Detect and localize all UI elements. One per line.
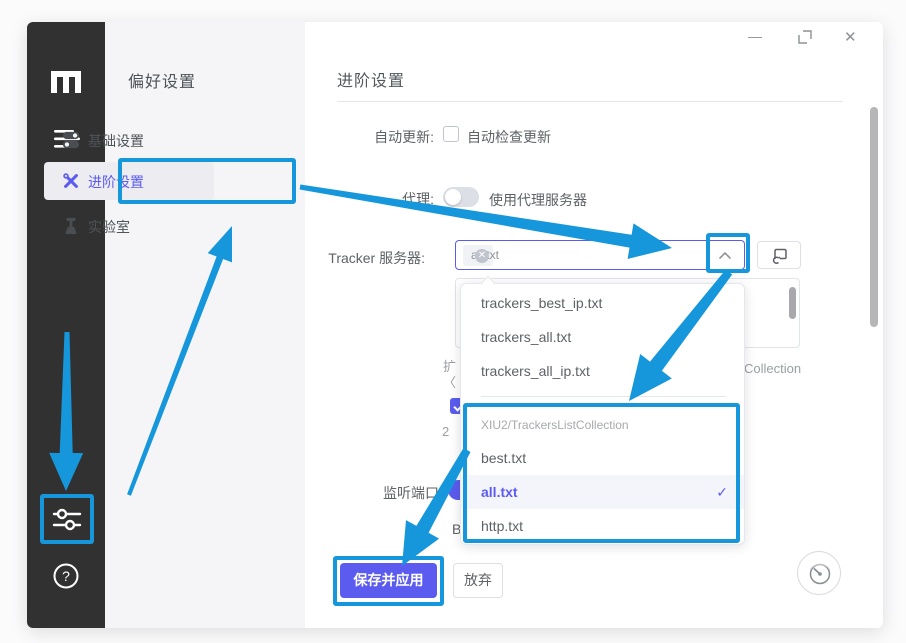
maximize-button[interactable]: [797, 29, 813, 45]
nav-item-advanced-settings[interactable]: 进阶设置: [44, 162, 214, 200]
discard-button[interactable]: 放弃: [453, 563, 503, 598]
screenshot-root: ? 偏好设置 基础设置 进阶设置: [0, 0, 906, 643]
main-scrollbar[interactable]: [870, 107, 878, 327]
close-button[interactable]: ✕: [844, 28, 857, 46]
proxy-toggle[interactable]: [443, 187, 479, 207]
app-window: ? 偏好设置 基础设置 进阶设置: [27, 22, 883, 628]
minimize-button[interactable]: —: [748, 28, 762, 44]
selected-tag: all.txt ✕: [463, 245, 493, 266]
nav-item-basic-settings[interactable]: 基础设置: [44, 123, 214, 157]
lab-icon: [62, 217, 80, 235]
auto-update-checkbox[interactable]: [443, 126, 459, 142]
auto-update-label: 自动更新:: [334, 127, 434, 147]
dropdown-item-selected[interactable]: all.txt ✓: [461, 475, 744, 509]
svg-text:?: ?: [62, 568, 70, 584]
proxy-toggle-label: 使用代理服务器: [489, 190, 587, 210]
preferences-title: 偏好设置: [128, 68, 196, 92]
help-text-fragment-collection: Collection: [744, 361, 801, 376]
dropdown-item[interactable]: trackers_all.txt: [461, 320, 744, 354]
motrix-logo-icon: [50, 70, 82, 94]
dropdown-item[interactable]: trackers_all_ip.txt: [461, 354, 744, 388]
title-divider: [337, 101, 843, 102]
sync-icon: [771, 247, 789, 265]
tracker-server-label: Tracker 服务器:: [312, 248, 425, 268]
listen-port-label: 监听端口: [383, 483, 439, 503]
help-question-icon[interactable]: ?: [52, 562, 80, 590]
sync-tracker-button[interactable]: [757, 241, 801, 269]
basic-settings-icon: [62, 131, 80, 149]
tracker-select-input[interactable]: all.txt ✕: [455, 240, 745, 270]
app-sidebar: ?: [27, 22, 105, 628]
proxy-label: 代理:: [334, 189, 434, 209]
auto-update-checkbox-label[interactable]: 自动检查更新: [467, 127, 551, 147]
textarea-scrollbar[interactable]: [789, 287, 796, 319]
advanced-settings-icon: [62, 172, 80, 190]
speedometer-icon: [807, 561, 833, 587]
check-icon: ✓: [716, 475, 728, 509]
dropdown-group-label: XIU2/TrackersListCollection: [481, 418, 629, 432]
sync-note-fragment: 2: [442, 424, 449, 439]
preferences-panel: [105, 22, 305, 628]
nav-label-advanced: 进阶设置: [88, 172, 144, 192]
save-apply-button[interactable]: 保存并应用: [340, 563, 437, 598]
tag-remove-icon[interactable]: ✕: [475, 249, 489, 263]
speed-limit-button[interactable]: [797, 551, 841, 595]
dropdown-item[interactable]: http.txt: [461, 509, 744, 543]
nav-label-lab: 实验室: [88, 217, 130, 237]
help-text-fragment-left2: 〈: [443, 372, 456, 391]
dropdown-item[interactable]: best.txt: [461, 441, 744, 475]
preferences-sliders-icon[interactable]: [51, 506, 83, 534]
selected-item-label: all.txt: [481, 475, 518, 509]
tracker-dropdown: trackers_best_ip.txt trackers_all.txt tr…: [460, 283, 745, 545]
chevron-up-icon[interactable]: [717, 248, 733, 264]
nav-label-basic: 基础设置: [88, 131, 144, 151]
page-title: 进阶设置: [337, 67, 405, 91]
dropdown-group-divider: [481, 396, 726, 397]
nav-item-lab[interactable]: 实验室: [44, 209, 214, 243]
dropdown-item[interactable]: trackers_best_ip.txt: [461, 286, 744, 320]
